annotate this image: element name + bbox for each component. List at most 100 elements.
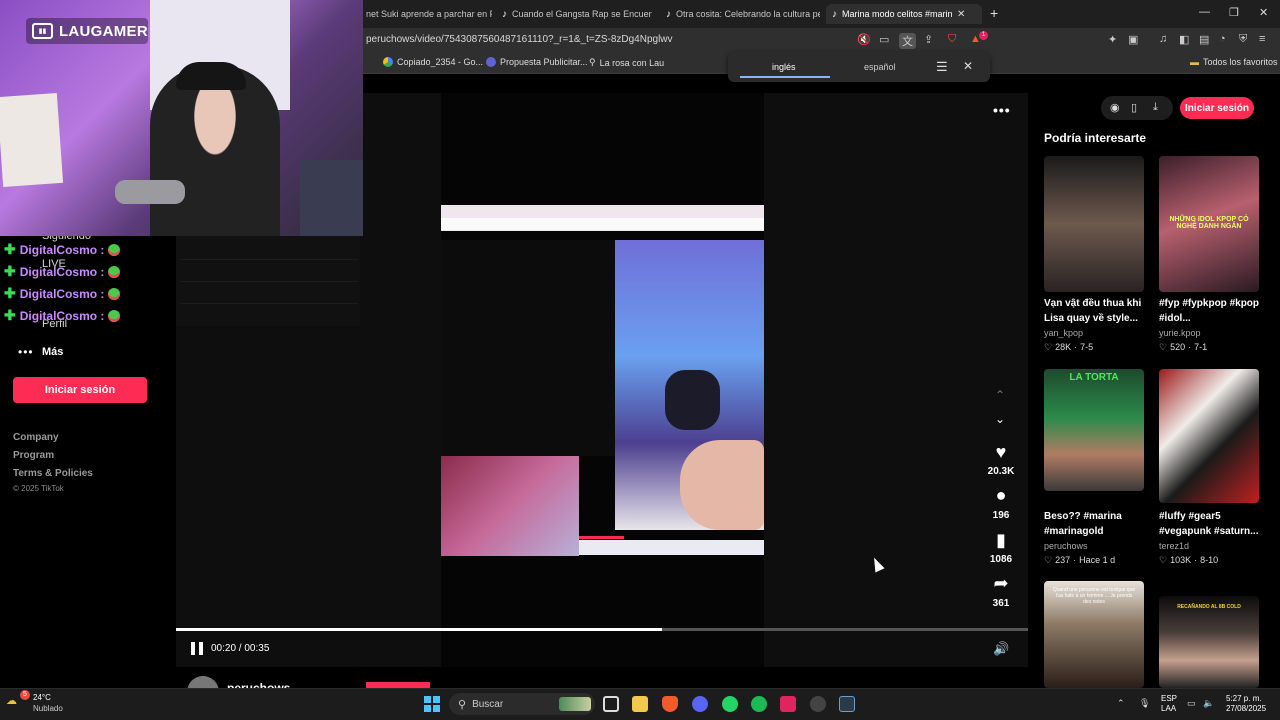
share-icon[interactable]: ⇪ xyxy=(924,33,933,46)
chat-user: DigitalCosmo : xyxy=(19,308,105,323)
tab-label: net Suki aprende a parchar en Peru xyxy=(366,9,492,19)
video-thumbnail[interactable]: RECAÑANDO AL 8B COLD xyxy=(1159,596,1259,688)
video-thumbnail[interactable] xyxy=(1159,369,1259,503)
previous-video-icon[interactable]: ⌃ xyxy=(995,388,1005,402)
video-thumbnail[interactable] xyxy=(1044,156,1144,292)
volume-icon[interactable]: 🔊 xyxy=(993,641,1009,657)
menu-icon[interactable]: ≡ xyxy=(1259,33,1265,45)
snipping-tool-icon[interactable] xyxy=(839,696,855,712)
video-stats: ♡ 28K · 7-5 xyxy=(1044,342,1093,353)
post-date: 7-5 xyxy=(1080,342,1094,352)
creator-tools-icon[interactable]: ◉ xyxy=(1110,101,1120,114)
keyboard-layout[interactable]: LAA xyxy=(1161,704,1176,713)
wallet-icon[interactable]: ▣ xyxy=(1128,33,1138,46)
volume-icon[interactable]: 🔈 xyxy=(1203,698,1214,709)
translate-menu-icon[interactable]: ☰ xyxy=(936,59,948,75)
clock-date[interactable]: 27/08/2025 xyxy=(1226,704,1266,713)
bookmark-item[interactable]: ⚲ La rosa con Lau xyxy=(589,57,664,68)
tray-overflow-icon[interactable]: ⌃ xyxy=(1117,698,1125,709)
cast-icon[interactable]: ▭ xyxy=(879,33,889,46)
translate-icon[interactable]: 文 xyxy=(899,33,916,49)
video-author[interactable]: yan_kpop xyxy=(1044,328,1083,338)
task-view-icon[interactable] xyxy=(603,696,619,712)
video-content-urlbar xyxy=(441,218,764,230)
close-window-button[interactable]: ✕ xyxy=(1259,6,1268,19)
footer-link-program[interactable]: Program xyxy=(13,450,54,461)
sidebar-item-more[interactable]: Más xyxy=(42,346,63,358)
emote-icon xyxy=(108,309,121,322)
minimize-button[interactable]: — xyxy=(1199,6,1210,18)
channel-name: LAUGAMER xyxy=(58,22,148,40)
translate-target-tab[interactable]: español xyxy=(864,62,896,72)
app-icon[interactable] xyxy=(780,696,796,712)
video-title[interactable]: Vạn vật đều thua khi Lisa quay về style.… xyxy=(1044,296,1156,326)
video-thumbnail[interactable]: NHỮNG IDOL KPOP CÓ NGHỆ DANH NGẮN xyxy=(1159,156,1259,292)
all-bookmarks[interactable]: ▬ Todos los favoritos xyxy=(1190,57,1278,67)
browser-tab-active[interactable]: ♪ Marina modo celitos #marina ✕ xyxy=(826,4,982,24)
video-thumbnail[interactable]: Quand une personne est toxique que t'as … xyxy=(1044,581,1144,688)
pause-icon[interactable] xyxy=(191,642,203,655)
mute-icon[interactable]: 🔇 xyxy=(857,33,871,46)
music-icon[interactable]: ♫ xyxy=(1159,33,1167,45)
close-icon[interactable]: ✕ xyxy=(963,59,973,73)
vpn-icon[interactable]: ◔ xyxy=(1219,33,1226,45)
temperature: 24°C xyxy=(33,693,51,702)
network-icon[interactable]: ▭ xyxy=(1187,698,1196,709)
sidebar xyxy=(0,236,176,688)
browser-tab[interactable]: ♪ Otra cosita: Celebrando la cultura pe xyxy=(660,4,820,24)
file-explorer-icon[interactable] xyxy=(632,696,648,712)
extensions-icon[interactable]: ✦ xyxy=(1108,33,1117,46)
reader-icon[interactable]: ▤ xyxy=(1199,33,1209,46)
video-title[interactable]: Beso?? #marina #marinagold xyxy=(1044,509,1156,539)
login-button[interactable]: Iniciar sesión xyxy=(13,377,147,403)
video-author[interactable]: yurie.kpop xyxy=(1159,328,1201,338)
address-bar[interactable]: peruchows/video/7543087560487161110?_r=1… xyxy=(366,34,673,45)
maximize-button[interactable]: ❐ xyxy=(1229,6,1239,19)
discord-icon[interactable] xyxy=(692,696,708,712)
video-stats: ♡ 520 · 7-1 xyxy=(1159,342,1207,353)
video-content-page xyxy=(441,240,615,456)
keyboard-language[interactable]: ESP xyxy=(1161,694,1177,703)
spotify-icon[interactable] xyxy=(751,696,767,712)
windows-start-icon[interactable] xyxy=(424,696,440,712)
comment-icon[interactable]: ● xyxy=(992,485,1010,506)
active-tab-indicator xyxy=(740,76,830,78)
brave-shield-icon[interactable]: ⛉ xyxy=(948,33,956,46)
translate-source-tab[interactable]: inglés xyxy=(772,62,796,72)
browser-tab[interactable]: net Suki aprende a parchar en Peru xyxy=(360,4,492,24)
footer-link-terms[interactable]: Terms & Policies xyxy=(13,468,93,479)
search-placeholder: Buscar xyxy=(472,698,504,710)
header-login-button[interactable]: Iniciar sesión xyxy=(1180,97,1254,119)
next-video-icon[interactable]: ⌄ xyxy=(995,412,1005,426)
download-icon[interactable]: ⤓ xyxy=(1153,101,1158,114)
video-author[interactable]: peruchows xyxy=(1044,541,1088,551)
share-count: 361 xyxy=(992,598,1010,609)
obs-icon[interactable] xyxy=(810,696,826,712)
clock-time[interactable]: 5:27 p. m. xyxy=(1226,694,1262,703)
bookmark-item[interactable]: Propuesta Publicitar... xyxy=(486,57,588,67)
sidebar-toggle-icon[interactable]: ◧ xyxy=(1179,33,1189,46)
video-author[interactable]: terez1d xyxy=(1159,541,1189,551)
weather-icon[interactable]: ☁ xyxy=(6,694,17,707)
shield-icon[interactable]: ⛨ xyxy=(1239,33,1247,46)
bookmark-icon[interactable]: ▮ xyxy=(992,530,1010,551)
whatsapp-icon[interactable] xyxy=(722,696,738,712)
like-icon[interactable]: ♥ xyxy=(992,442,1010,463)
brave-browser-icon[interactable] xyxy=(662,696,678,712)
more-options-icon[interactable]: ••• xyxy=(993,102,1011,118)
browser-tab[interactable]: ♪ Cuando el Gangsta Rap se Encuentra xyxy=(496,4,652,24)
like-count: 20.3K xyxy=(987,466,1015,477)
chat-user: DigitalCosmo : xyxy=(19,242,105,257)
taskbar-search[interactable]: ⚲ Buscar xyxy=(449,693,595,715)
bookmark-item[interactable]: Copiado_2354 - Go... xyxy=(383,57,483,67)
device-icon[interactable]: ▯ xyxy=(1131,101,1137,114)
close-tab-icon[interactable]: ✕ xyxy=(957,9,965,20)
share-icon[interactable]: ➦ xyxy=(992,573,1010,594)
post-date: 7-1 xyxy=(1194,342,1208,352)
new-tab-button[interactable]: + xyxy=(990,5,998,21)
microphone-icon[interactable]: 🎙 xyxy=(1139,698,1150,709)
video-thumbnail[interactable]: LA TORTA xyxy=(1044,369,1144,491)
footer-link-company[interactable]: Company xyxy=(13,432,59,443)
video-title[interactable]: #fyp #fypkpop #kpop #idol... xyxy=(1159,296,1271,326)
video-title[interactable]: #luffy #gear5 #vegapunk #saturn... xyxy=(1159,509,1271,539)
